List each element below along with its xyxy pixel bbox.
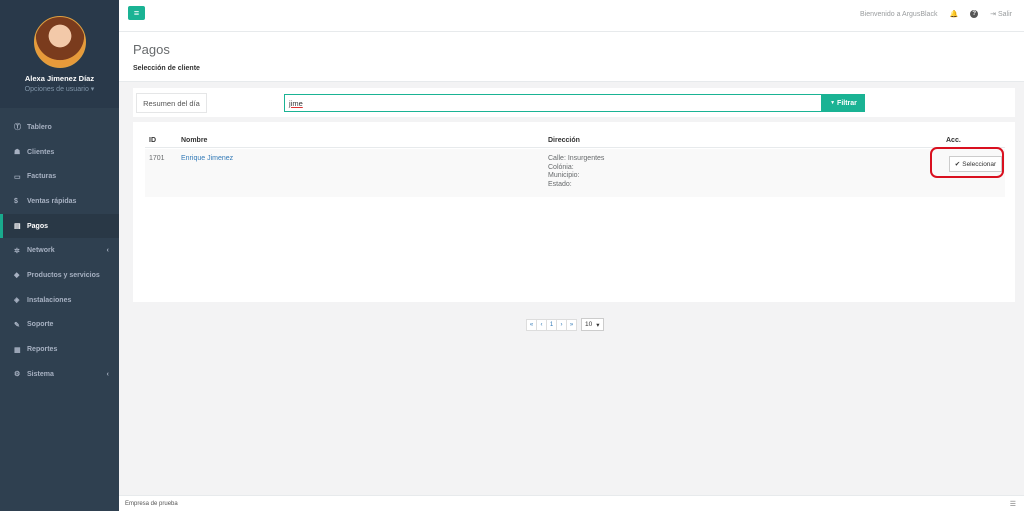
chevron-left-icon: ‹ <box>106 247 109 255</box>
welcome-text: Bienvenido a ArgusBlack <box>860 10 938 18</box>
user-name: Alexa Jimenez Díaz <box>24 74 95 83</box>
last-page-button[interactable]: » <box>566 318 577 331</box>
column-header-address: Dirección <box>548 137 580 144</box>
sidebar-item-facturas[interactable]: ▭ Facturas <box>0 164 119 189</box>
daily-summary-button[interactable]: Resumen del día <box>136 93 207 113</box>
filter-icon: ▼ <box>830 100 836 106</box>
sidebar-item-clientes[interactable]: ☗ Clientes <box>0 140 119 165</box>
bell-icon[interactable]: 🔔 <box>949 10 958 18</box>
address-municipality: Municipio: <box>548 172 580 179</box>
table-row: 1701 Enrique Jimenez Calle: Insurgentes … <box>145 149 1005 197</box>
page-size-select[interactable]: 10 ▾ <box>581 318 604 331</box>
book-icon: ▦ <box>14 346 21 354</box>
table-header: ID Nombre Dirección Acc. <box>145 135 1005 148</box>
cell-id: 1701 <box>149 155 165 162</box>
rocket-icon: ◈ <box>14 297 20 305</box>
sidebar-item-productos[interactable]: ◆ Productos y servicios <box>0 263 119 288</box>
filter-button-label: Filtrar <box>837 99 857 107</box>
tag-icon: ◆ <box>14 272 20 280</box>
column-header-name: Nombre <box>181 137 208 144</box>
sidebar-item-label: Pagos <box>27 222 49 230</box>
pagination: « ‹ 1 › » 10 ▾ <box>526 318 604 331</box>
results-table: ID Nombre Dirección Acc. 1701 Enrique Ji… <box>133 122 1015 302</box>
sidebar-item-label: Productos y servicios <box>27 271 100 279</box>
logout-label: Salir <box>997 11 1012 18</box>
menu-toggle-button[interactable]: ≡ <box>128 6 145 20</box>
top-right-area: Bienvenido a ArgusBlack 🔔 ? ⇥ Salir <box>860 10 1012 18</box>
filter-button[interactable]: ▼ Filtrar <box>822 94 865 112</box>
user-options-dropdown[interactable]: Opciones de usuario ▾ <box>0 85 119 93</box>
logout-link[interactable]: ⇥ Salir <box>990 10 1012 18</box>
network-icon: ✲ <box>14 247 20 255</box>
address-colony: Colónia: <box>548 163 574 171</box>
footer-menu-icon[interactable]: ☰ <box>1010 500 1016 508</box>
profile-panel: Alexa Jimenez Díaz Opciones de usuario ▾ <box>0 0 119 108</box>
client-name-link[interactable]: Enrique Jimenez <box>181 155 233 162</box>
dashboard-icon: Ⓣ <box>14 124 21 132</box>
page-size-value: 10 <box>585 321 593 328</box>
cogs-icon: ⚙ <box>14 371 21 379</box>
page-subtitle: Selección de cliente <box>133 65 200 72</box>
column-header-id: ID <box>149 137 156 144</box>
footer: Empresa de prueba ☰ <box>119 495 1024 511</box>
file-icon: ▭ <box>14 173 21 181</box>
sidebar-item-label: Instalaciones <box>27 296 72 304</box>
dollar-icon: $ <box>14 197 18 205</box>
sidebar-item-label: Sistema <box>27 370 54 378</box>
users-icon: ☗ <box>14 149 21 157</box>
sidebar-item-label: Clientes <box>27 148 55 156</box>
chevron-down-icon: ▾ <box>596 321 600 329</box>
client-search-input[interactable]: jime <box>284 94 822 112</box>
sidebar-item-instalaciones[interactable]: ◈ Instalaciones <box>0 288 119 313</box>
sidebar-item-label: Soporte <box>27 321 54 329</box>
footer-company: Empresa de prueba <box>125 500 178 507</box>
sidebar-item-label: Ventas rápidas <box>27 197 77 205</box>
top-navbar: ≡ Bienvenido a ArgusBlack 🔔 ? ⇥ Salir <box>119 0 1024 32</box>
wrench-icon: ✎ <box>14 321 20 329</box>
page-heading: Pagos Selección de cliente <box>119 32 1024 82</box>
column-header-actions: Acc. <box>946 137 961 144</box>
sidebar-item-ventas-rapidas[interactable]: $ Ventas rápidas <box>0 189 119 214</box>
sidebar-item-pagos[interactable]: ▤ Pagos <box>0 213 119 239</box>
sidebar-item-label: Facturas <box>27 173 57 181</box>
help-icon[interactable]: ? <box>970 10 979 18</box>
page-title: Pagos <box>133 42 170 57</box>
sidebar-item-reportes[interactable]: ▦ Reportes <box>0 337 119 362</box>
money-icon: ▤ <box>14 223 21 231</box>
logout-icon: ⇥ <box>990 11 997 18</box>
cell-address: Calle: Insurgentes Colónia: Municipio: E… <box>548 155 604 189</box>
sidebar: Alexa Jimenez Díaz Opciones de usuario ▾… <box>0 0 119 511</box>
sidebar-item-soporte[interactable]: ✎ Soporte <box>0 313 119 338</box>
sidebar-item-label: Reportes <box>27 346 58 354</box>
search-value: jime <box>289 98 303 108</box>
sidebar-item-sistema[interactable]: ⚙ Sistema ‹ <box>0 362 119 387</box>
sidebar-item-tablero[interactable]: Ⓣ Tablero <box>0 115 119 140</box>
sidebar-nav: Ⓣ Tablero ☗ Clientes ▭ Facturas $ Ventas… <box>0 115 119 387</box>
sidebar-item-label: Tablero <box>27 123 52 131</box>
address-state: Estado: <box>548 180 572 188</box>
chevron-left-icon: ‹ <box>106 370 109 378</box>
filter-panel: Resumen del día jime ▼ Filtrar <box>133 88 1015 117</box>
address-street: Calle: Insurgentes <box>548 155 605 162</box>
highlight-annotation <box>930 147 1004 178</box>
sidebar-item-network[interactable]: ✲ Network ‹ <box>0 238 119 263</box>
sidebar-item-label: Network <box>27 247 55 255</box>
avatar[interactable] <box>33 16 86 68</box>
